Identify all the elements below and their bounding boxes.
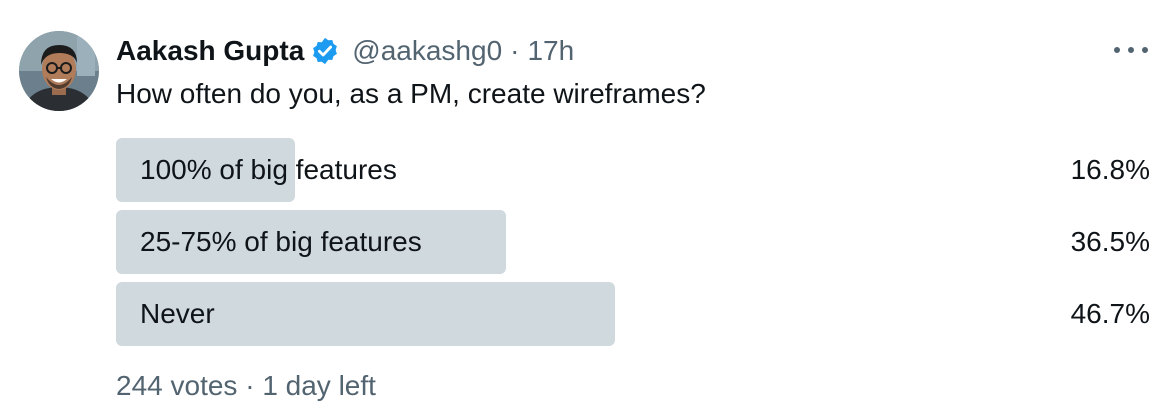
poll-option-1: 100% of big features 16.8% <box>116 138 1156 202</box>
poll: 100% of big features 16.8% 25-75% of big… <box>116 138 1156 354</box>
verified-badge-icon <box>310 36 340 66</box>
poll-footer: 244 votes · 1 day left <box>116 370 376 402</box>
poll-option-label: 25-75% of big features <box>140 226 422 257</box>
tweet-text: How often do you, as a PM, create wirefr… <box>116 78 706 109</box>
tweet-header: Aakash Gupta @aakashg0 · 17h <box>116 30 574 72</box>
avatar[interactable] <box>19 31 99 111</box>
header-separator: · <box>510 35 520 66</box>
poll-vote-count: 244 votes <box>116 370 238 401</box>
poll-option-2: 25-75% of big features 36.5% <box>116 210 1156 274</box>
poll-option-label: 100% of big features <box>140 154 397 185</box>
more-options-icon[interactable] <box>1114 36 1148 64</box>
footer-separator: · <box>245 370 255 401</box>
author-name[interactable]: Aakash Gupta <box>116 35 304 67</box>
poll-option-3: Never 46.7% <box>116 282 1156 346</box>
author-handle[interactable]: @aakashg0 <box>352 35 502 67</box>
poll-option-label: Never <box>140 298 215 329</box>
tweet-card: Aakash Gupta @aakashg0 · 17h How often d… <box>0 0 1170 420</box>
poll-option-percent: 36.5% <box>1070 226 1150 257</box>
poll-option-percent: 46.7% <box>1070 298 1150 329</box>
poll-option-percent: 16.8% <box>1070 154 1150 185</box>
avatar-image <box>19 31 99 111</box>
tweet-timestamp[interactable]: 17h <box>527 35 574 67</box>
poll-time-left: 1 day left <box>262 370 376 401</box>
